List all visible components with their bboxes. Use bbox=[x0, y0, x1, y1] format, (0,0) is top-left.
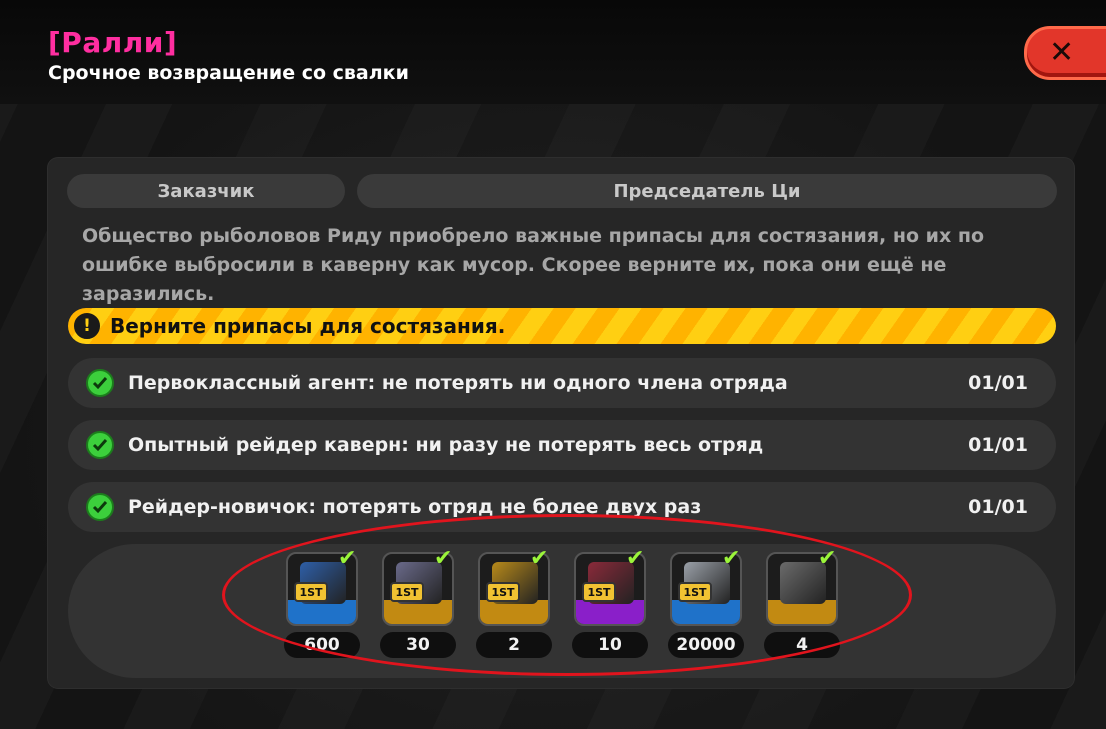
reward-quantity: 600 bbox=[284, 632, 360, 658]
claimed-check-icon: ✔ bbox=[722, 546, 741, 571]
claimed-check-icon: ✔ bbox=[626, 546, 645, 571]
first-clear-badge: 1ST bbox=[486, 582, 520, 602]
mission-description: Общество рыболовов Риду приобрело важные… bbox=[82, 225, 985, 305]
checkmark-icon bbox=[86, 431, 114, 459]
first-clear-badge: 1ST bbox=[294, 582, 328, 602]
checkmark-icon bbox=[86, 493, 114, 521]
exclamation-icon: ! bbox=[74, 313, 100, 339]
task-label: Первоклассный агент: не потерять ни одно… bbox=[128, 372, 788, 394]
client-label: Заказчик bbox=[157, 180, 255, 202]
checkmark-icon bbox=[86, 369, 114, 397]
first-clear-badge: 1ST bbox=[390, 582, 424, 602]
client-name-pill: Председатель Ци bbox=[357, 174, 1057, 208]
event-tag: [Ралли] bbox=[48, 26, 178, 59]
claimed-check-icon: ✔ bbox=[818, 546, 837, 571]
rewards-strip bbox=[68, 544, 1056, 678]
objective-banner: ! Верните припасы для состязания. bbox=[68, 308, 1056, 344]
reward-quantity: 30 bbox=[380, 632, 456, 658]
client-label-pill: Заказчик bbox=[67, 174, 345, 208]
claimed-check-icon: ✔ bbox=[434, 546, 453, 571]
task-row: Первоклассный агент: не потерять ни одно… bbox=[68, 358, 1056, 408]
objective-text: Верните припасы для состязания. bbox=[110, 314, 506, 338]
reward-quantity: 4 bbox=[764, 632, 840, 658]
task-progress: 01/01 bbox=[968, 372, 1028, 394]
reward-quantity: 20000 bbox=[668, 632, 744, 658]
close-icon: ✕ bbox=[1049, 35, 1075, 70]
first-clear-badge: 1ST bbox=[582, 582, 616, 602]
reward-quantity: 2 bbox=[476, 632, 552, 658]
task-label: Рейдер-новичок: потерять отряд не более … bbox=[128, 496, 702, 518]
close-button[interactable]: ✕ bbox=[1024, 26, 1106, 80]
task-label: Опытный рейдер каверн: ни разу не потеря… bbox=[128, 434, 764, 456]
task-row: Рейдер-новичок: потерять отряд не более … bbox=[68, 482, 1056, 532]
task-row: Опытный рейдер каверн: ни разу не потеря… bbox=[68, 420, 1056, 470]
task-progress: 01/01 bbox=[968, 434, 1028, 456]
task-progress: 01/01 bbox=[968, 496, 1028, 518]
mission-title: Срочное возвращение со свалки bbox=[48, 62, 409, 84]
claimed-check-icon: ✔ bbox=[338, 546, 357, 571]
first-clear-badge: 1ST bbox=[678, 582, 712, 602]
reward-quantity: 10 bbox=[572, 632, 648, 658]
client-name: Председатель Ци bbox=[613, 180, 801, 202]
claimed-check-icon: ✔ bbox=[530, 546, 549, 571]
